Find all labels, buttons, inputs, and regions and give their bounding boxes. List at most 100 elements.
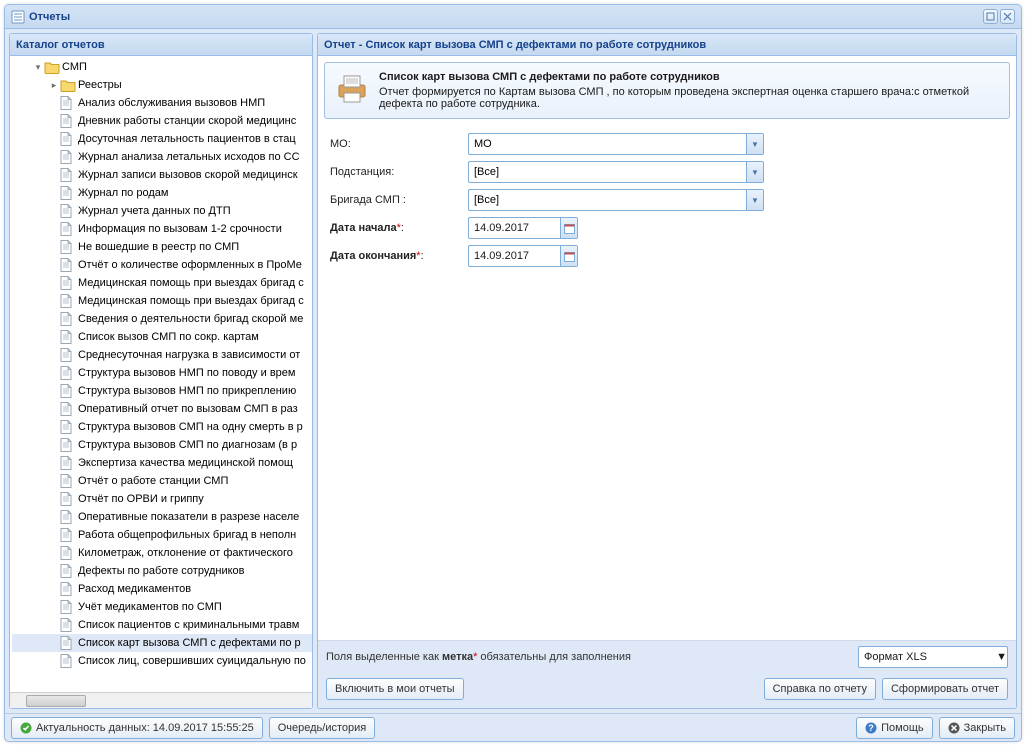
- tree-item[interactable]: Информация по вызовам 1-2 срочности: [12, 220, 312, 238]
- tree-item[interactable]: Отчёт по ОРВИ и гриппу: [12, 490, 312, 508]
- tree-item-label: Оперативные показатели в разрезе населе: [78, 511, 299, 523]
- tree-item-label: Медицинская помощь при выездах бригад с: [78, 295, 304, 307]
- data-actuality-button[interactable]: Актуальность данных: 14.09.2017 15:55:25: [11, 717, 263, 739]
- date-end-input[interactable]: 14.09.2017: [468, 245, 578, 267]
- document-icon: [60, 366, 76, 380]
- date-start-value: 14.09.2017: [469, 222, 560, 234]
- document-icon: [60, 546, 76, 560]
- tree-item[interactable]: Журнал учета данных по ДТП: [12, 202, 312, 220]
- tree-folder-registries[interactable]: ▸Реестры: [12, 76, 312, 94]
- tree-item-label: Список вызов СМП по сокр. картам: [78, 331, 259, 343]
- catalog-header: Каталог отчетов: [10, 34, 312, 56]
- document-icon: [60, 438, 76, 452]
- close-window-button[interactable]: [1000, 9, 1015, 24]
- tree-item[interactable]: Отчёт о работе станции СМП: [12, 472, 312, 490]
- tree-item[interactable]: Дефекты по работе сотрудников: [12, 562, 312, 580]
- date-start-label: Дата начала*:: [330, 222, 468, 234]
- tree-item[interactable]: Журнал записи вызовов скорой медицинск: [12, 166, 312, 184]
- tree-item[interactable]: Структура вызовов СМП по диагнозам (в р: [12, 436, 312, 454]
- report-help-button[interactable]: Справка по отчету: [764, 678, 876, 700]
- tree-item[interactable]: Медицинская помощь при выездах бригад с: [12, 274, 312, 292]
- tree-item[interactable]: Среднесуточная нагрузка в зависимости от: [12, 346, 312, 364]
- tree-item-label: Список лиц, совершивших суицидальную по: [78, 655, 306, 667]
- tree-item-label: Дневник работы станции скорой медицинс: [78, 115, 296, 127]
- document-icon: [60, 456, 76, 470]
- document-icon: [60, 348, 76, 362]
- chevron-down-icon[interactable]: ▼: [746, 162, 763, 182]
- substation-combo[interactable]: [Все] ▼: [468, 161, 764, 183]
- status-bar: Актуальность данных: 14.09.2017 15:55:25…: [5, 713, 1021, 741]
- document-icon: [60, 528, 76, 542]
- tree-item[interactable]: Экспертиза качества медицинской помощ: [12, 454, 312, 472]
- close-button[interactable]: Закрыть: [939, 717, 1015, 739]
- date-start-input[interactable]: 14.09.2017: [468, 217, 578, 239]
- document-icon: [60, 510, 76, 524]
- generate-report-button[interactable]: Сформировать отчет: [882, 678, 1008, 700]
- tree-item[interactable]: Журнал по родам: [12, 184, 312, 202]
- brigade-value: [Все]: [469, 194, 746, 206]
- tree-item[interactable]: Структура вызовов НМП по прикреплению: [12, 382, 312, 400]
- success-icon: [20, 722, 32, 734]
- tree-item[interactable]: Список карт вызова СМП с дефектами по р: [12, 634, 312, 652]
- substation-label: Подстанция:: [330, 166, 468, 178]
- tree-item[interactable]: Работа общепрофильных бригад в неполн: [12, 526, 312, 544]
- tree-item[interactable]: Учёт медикаментов по СМП: [12, 598, 312, 616]
- horizontal-scrollbar[interactable]: [10, 692, 312, 708]
- tree-item[interactable]: Дневник работы станции скорой медицинс: [12, 112, 312, 130]
- scrollbar-thumb[interactable]: [26, 695, 86, 707]
- tree-item[interactable]: Расход медикаментов: [12, 580, 312, 598]
- tree-item[interactable]: Структура вызовов НМП по поводу и врем: [12, 364, 312, 382]
- tree-item[interactable]: Оперативный отчет по вызовам СМП в раз: [12, 400, 312, 418]
- tree-item-label: Отчёт о работе станции СМП: [78, 475, 228, 487]
- document-icon: [60, 186, 76, 200]
- tree-item[interactable]: Медицинская помощь при выездах бригад с: [12, 292, 312, 310]
- tree-item-label: Оперативный отчет по вызовам СМП в раз: [78, 403, 298, 415]
- tree-item-label: СМП: [62, 61, 87, 73]
- maximize-button[interactable]: [983, 9, 998, 24]
- report-description: Список карт вызова СМП с дефектами по ра…: [324, 62, 1010, 119]
- chevron-down-icon[interactable]: ▼: [746, 190, 763, 210]
- tree-toggle[interactable]: ▸: [48, 80, 60, 91]
- format-combo[interactable]: Формат XLS ▼: [858, 646, 1008, 668]
- date-end-value: 14.09.2017: [469, 250, 560, 262]
- tree-item[interactable]: Анализ обслуживания вызовов НМП: [12, 94, 312, 112]
- catalog-tree[interactable]: ▾ СМП ▸РеестрыАнализ обслуживания вызовов …: [10, 56, 312, 692]
- chevron-down-icon[interactable]: ▼: [996, 651, 1007, 663]
- tree-item[interactable]: Отчёт о количестве оформленных в ПроМе: [12, 256, 312, 274]
- chevron-down-icon[interactable]: ▼: [746, 134, 763, 154]
- tree-item[interactable]: Сведения о деятельности бригад скорой ме: [12, 310, 312, 328]
- tree-item[interactable]: Досуточная летальность пациентов в стац: [12, 130, 312, 148]
- tree-item[interactable]: Структура вызовов СМП на одну смерть в р: [12, 418, 312, 436]
- document-icon: [60, 618, 76, 632]
- tree-item[interactable]: Километраж, отклонение от фактического: [12, 544, 312, 562]
- tree-item[interactable]: Список пациентов с криминальными травм: [12, 616, 312, 634]
- report-desc-title: Список карт вызова СМП с дефектами по ра…: [379, 71, 999, 83]
- help-button[interactable]: ? Помощь: [856, 717, 933, 739]
- required-hint: Поля выделенные как метка* обязательны д…: [326, 651, 852, 663]
- calendar-icon[interactable]: [560, 246, 577, 266]
- folder-icon: [60, 78, 76, 92]
- tree-item-label: Информация по вызовам 1-2 срочности: [78, 223, 282, 235]
- document-icon: [60, 276, 76, 290]
- mo-combo[interactable]: МО ▼: [468, 133, 764, 155]
- catalog-panel: Каталог отчетов ▾ СМП ▸РеестрыАнализ обслу…: [9, 33, 313, 709]
- tree-toggle[interactable]: ▾: [32, 62, 44, 73]
- document-icon: [60, 330, 76, 344]
- include-in-my-reports-button[interactable]: Включить в мои отчеты: [326, 678, 464, 700]
- tree-item[interactable]: Список лиц, совершивших суицидальную по: [12, 652, 312, 670]
- document-icon: [60, 312, 76, 326]
- tree-item-label: Журнал записи вызовов скорой медицинск: [78, 169, 298, 181]
- document-icon: [60, 420, 76, 434]
- tree-folder-smp[interactable]: ▾ СМП: [12, 58, 312, 76]
- tree-item-label: Структура вызовов НМП по поводу и врем: [78, 367, 295, 379]
- tree-item-label: Журнал по родам: [78, 187, 168, 199]
- tree-item[interactable]: Журнал анализа летальных исходов по СС: [12, 148, 312, 166]
- brigade-combo[interactable]: [Все] ▼: [468, 189, 764, 211]
- queue-history-button[interactable]: Очередь/история: [269, 717, 376, 739]
- tree-item[interactable]: Не вошедшие в реестр по СМП: [12, 238, 312, 256]
- mo-label: МО:: [330, 138, 468, 150]
- tree-item[interactable]: Оперативные показатели в разрезе населе: [12, 508, 312, 526]
- calendar-icon[interactable]: [560, 218, 577, 238]
- tree-item[interactable]: Список вызов СМП по сокр. картам: [12, 328, 312, 346]
- folder-icon: [44, 60, 60, 74]
